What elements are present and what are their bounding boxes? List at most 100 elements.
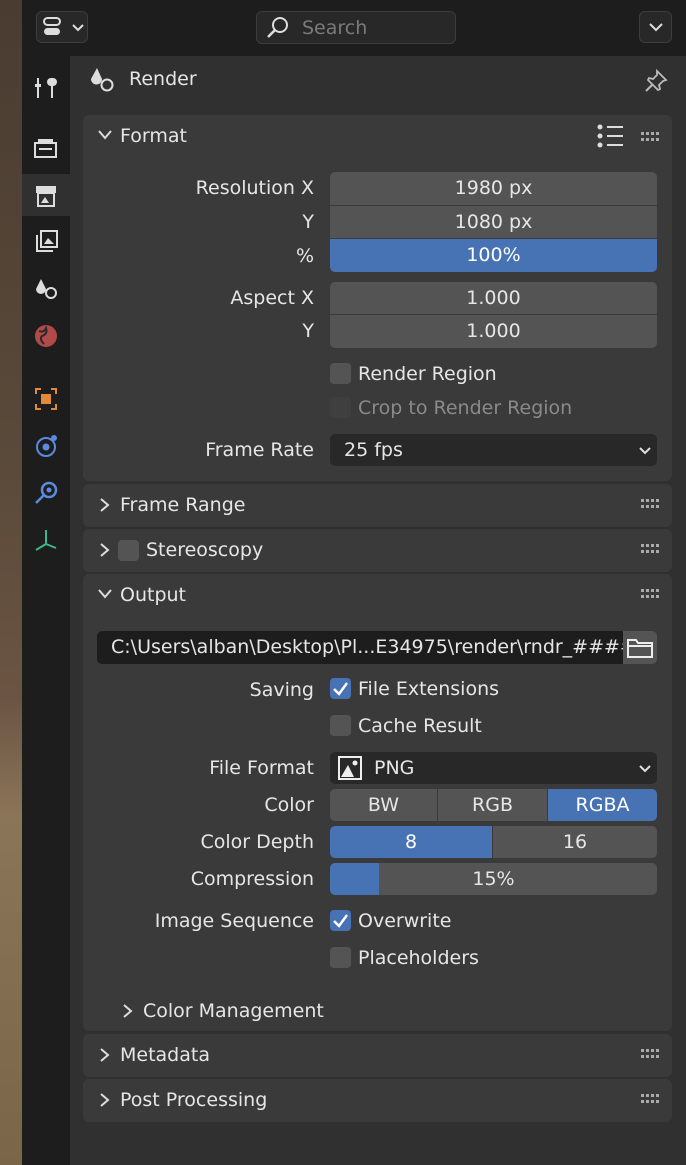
viewport-edge (0, 0, 22, 1165)
aspect-y-field[interactable]: 1.000 (330, 315, 657, 348)
output-panel-header[interactable]: Output (83, 574, 672, 618)
frame-rate-value: 25 fps (344, 439, 403, 461)
drag-grip-icon[interactable] (641, 544, 661, 554)
overwrite-checkbox[interactable] (330, 910, 351, 931)
color-rgb-option[interactable]: RGB (438, 789, 547, 821)
metadata-panel[interactable]: Metadata (83, 1034, 672, 1077)
resolution-y-label: Y (302, 211, 314, 233)
stereoscopy-header[interactable]: Stereoscopy (83, 529, 672, 573)
compression-slider[interactable]: 15% (330, 863, 657, 895)
frame-rate-label: Frame Rate (205, 439, 314, 461)
post-processing-panel[interactable]: Post Processing (83, 1079, 672, 1122)
drag-grip-icon[interactable] (641, 499, 661, 509)
tab-data[interactable] (22, 518, 70, 560)
panel-title: Metadata (120, 1044, 210, 1066)
output-path-input[interactable]: C:\Users\alban\Desktop\Pl...E34975\rende… (97, 631, 623, 664)
drag-grip-icon[interactable] (641, 1049, 661, 1059)
color-rgba-option[interactable]: RGBA (548, 789, 657, 821)
chevron-right-icon (123, 1004, 133, 1018)
color-depth-label: Color Depth (200, 831, 314, 853)
tab-scene[interactable] (22, 267, 70, 309)
tab-object[interactable] (22, 377, 70, 419)
panel-title: Post Processing (120, 1089, 268, 1111)
scene-icon (91, 68, 114, 92)
checkmark-icon (333, 682, 349, 696)
color-management-label: Color Management (143, 1000, 324, 1022)
constraint-icon (35, 481, 58, 504)
drag-grip-icon[interactable] (641, 589, 661, 599)
render-region-label: Render Region (358, 363, 497, 385)
stereoscopy-checkbox[interactable] (118, 540, 139, 561)
view-layer-icon (36, 230, 58, 252)
data-icon (35, 530, 57, 551)
chevron-right-icon (100, 498, 110, 512)
aspect-x-field[interactable]: 1.000 (330, 282, 657, 314)
compression-fill (330, 863, 380, 895)
post-processing-header[interactable]: Post Processing (83, 1079, 672, 1123)
resolution-percent-slider[interactable]: 100% (330, 239, 657, 272)
saving-label: Saving (249, 679, 314, 701)
drag-grip-icon[interactable] (641, 132, 661, 142)
frame-range-panel[interactable]: Frame Range (83, 484, 672, 527)
file-extensions-checkbox[interactable] (330, 678, 351, 699)
chevron-down-icon (98, 130, 112, 140)
placeholders-label: Placeholders (358, 947, 479, 969)
tab-world[interactable] (22, 314, 70, 356)
stereoscopy-panel[interactable]: Stereoscopy (83, 529, 672, 572)
render-region-checkbox[interactable] (330, 363, 351, 384)
placeholders-checkbox[interactable] (330, 947, 351, 968)
object-icon (35, 388, 57, 410)
format-panel-header[interactable]: Format (83, 115, 672, 159)
crop-region-label: Crop to Render Region (358, 397, 573, 419)
scene-icon (36, 279, 57, 299)
color-bw-option[interactable]: BW (330, 789, 437, 821)
file-format-label: File Format (209, 757, 314, 779)
frame-rate-dropdown[interactable]: 25 fps (330, 434, 657, 466)
chevron-right-icon (100, 543, 110, 557)
aspect-y-label: Y (302, 320, 314, 342)
options-dropdown[interactable] (639, 11, 672, 43)
tab-constraint[interactable] (22, 471, 70, 513)
color-depth-16-option[interactable]: 16 (493, 826, 657, 858)
panel-title: Frame Range (120, 494, 246, 516)
editor-type-button[interactable] (36, 11, 88, 43)
file-format-value: PNG (374, 757, 415, 779)
compression-label: Compression (190, 868, 314, 890)
resolution-y-field[interactable]: 1080 px (330, 206, 657, 238)
tab-render[interactable] (22, 127, 70, 169)
color-label: Color (264, 794, 314, 816)
metadata-header[interactable]: Metadata (83, 1034, 672, 1078)
checkmark-icon (333, 914, 349, 928)
color-management-subpanel[interactable]: Color Management (118, 996, 418, 1026)
panel-title: Output (120, 584, 186, 606)
presets-icon[interactable] (597, 123, 625, 149)
world-icon (35, 325, 57, 347)
search-icon (267, 17, 288, 38)
frame-range-header[interactable]: Frame Range (83, 484, 672, 528)
resolution-percent-label: % (295, 245, 314, 267)
image-icon (338, 756, 362, 780)
pin-icon[interactable] (643, 68, 669, 94)
overwrite-label: Overwrite (358, 910, 452, 932)
tab-tool[interactable] (22, 66, 70, 108)
resolution-x-field[interactable]: 1980 px (330, 172, 657, 205)
cache-result-checkbox[interactable] (330, 715, 351, 736)
search-input[interactable]: Search (256, 11, 456, 44)
properties-editor-icon (43, 17, 61, 35)
image-sequence-label: Image Sequence (154, 910, 314, 932)
file-format-dropdown[interactable]: PNG (330, 752, 657, 784)
tab-physics[interactable] (22, 424, 70, 466)
browse-folder-button[interactable] (623, 631, 657, 664)
search-placeholder: Search (302, 17, 368, 39)
folder-icon (627, 639, 653, 658)
color-depth-8-option[interactable]: 8 (330, 826, 492, 858)
drag-grip-icon[interactable] (641, 1094, 661, 1104)
tab-view-layer[interactable] (22, 220, 70, 262)
chevron-right-icon (100, 1048, 110, 1062)
physics-icon (36, 435, 57, 457)
chevron-right-icon (100, 1093, 110, 1107)
chevron-down-icon (639, 447, 651, 455)
tab-output[interactable] (22, 174, 70, 216)
aspect-x-label: Aspect X (230, 287, 314, 309)
chevron-down-icon (649, 23, 663, 32)
